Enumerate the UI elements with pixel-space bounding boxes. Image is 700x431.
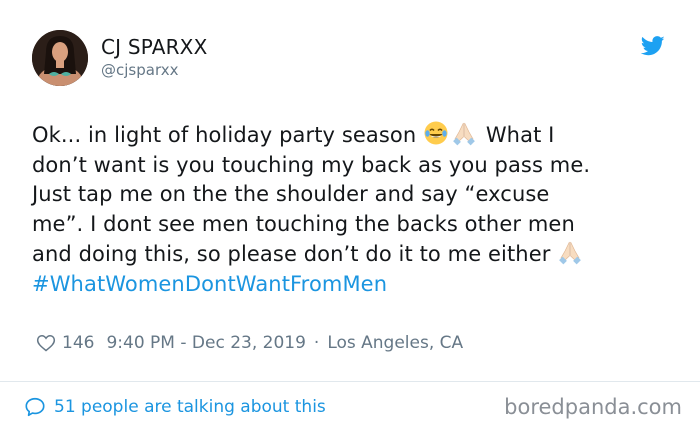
tweet-text-line: don’t want is you touching my back as yo…: [32, 152, 591, 177]
user-handle[interactable]: @cjsparxx: [101, 61, 178, 79]
like-count[interactable]: 146: [62, 333, 94, 353]
source-watermark: boredpanda.com: [504, 395, 682, 419]
tweet-text-line: and doing this, so please don’t do it to…: [32, 242, 558, 266]
tweet-text-line: me”. I dont see men touching the backs o…: [32, 211, 575, 236]
hashtag-link[interactable]: #WhatWomenDontWantFromMen: [32, 270, 682, 300]
tweet-meta: 146 9:40 PM - Dec 23, 2019 · Los Angeles…: [36, 331, 463, 355]
speech-bubble-icon: [25, 397, 45, 417]
conversation-link[interactable]: 51 people are talking about this: [24, 393, 326, 421]
folded-hands-icon: [559, 241, 582, 265]
footer-divider: [0, 381, 700, 382]
tweet-body: Ok... in light of holiday party season W…: [32, 120, 682, 299]
face-with-tears-of-joy-icon: [424, 121, 448, 145]
avatar[interactable]: [32, 30, 88, 86]
talking-count-text[interactable]: 51 people are talking about this: [54, 397, 326, 417]
tweet-text-line: Just tap me on the the shoulder and say …: [32, 182, 550, 206]
meta-separator: ·: [313, 333, 320, 353]
folded-hands-icon: [453, 122, 475, 146]
tweet-timestamp[interactable]: 9:40 PM - Dec 23, 2019: [106, 333, 305, 353]
tweet-text-line: What I: [479, 123, 555, 147]
tweet-card: CJ SPARXX @cjsparxx Ok... in light of ho…: [0, 0, 700, 431]
tweet-location[interactable]: Los Angeles, CA: [327, 333, 463, 353]
display-name[interactable]: CJ SPARXX: [101, 35, 207, 59]
heart-icon[interactable]: [36, 333, 56, 353]
twitter-bird-icon[interactable]: [641, 36, 665, 56]
tweet-text-line: Ok... in light of holiday party season: [32, 123, 424, 147]
